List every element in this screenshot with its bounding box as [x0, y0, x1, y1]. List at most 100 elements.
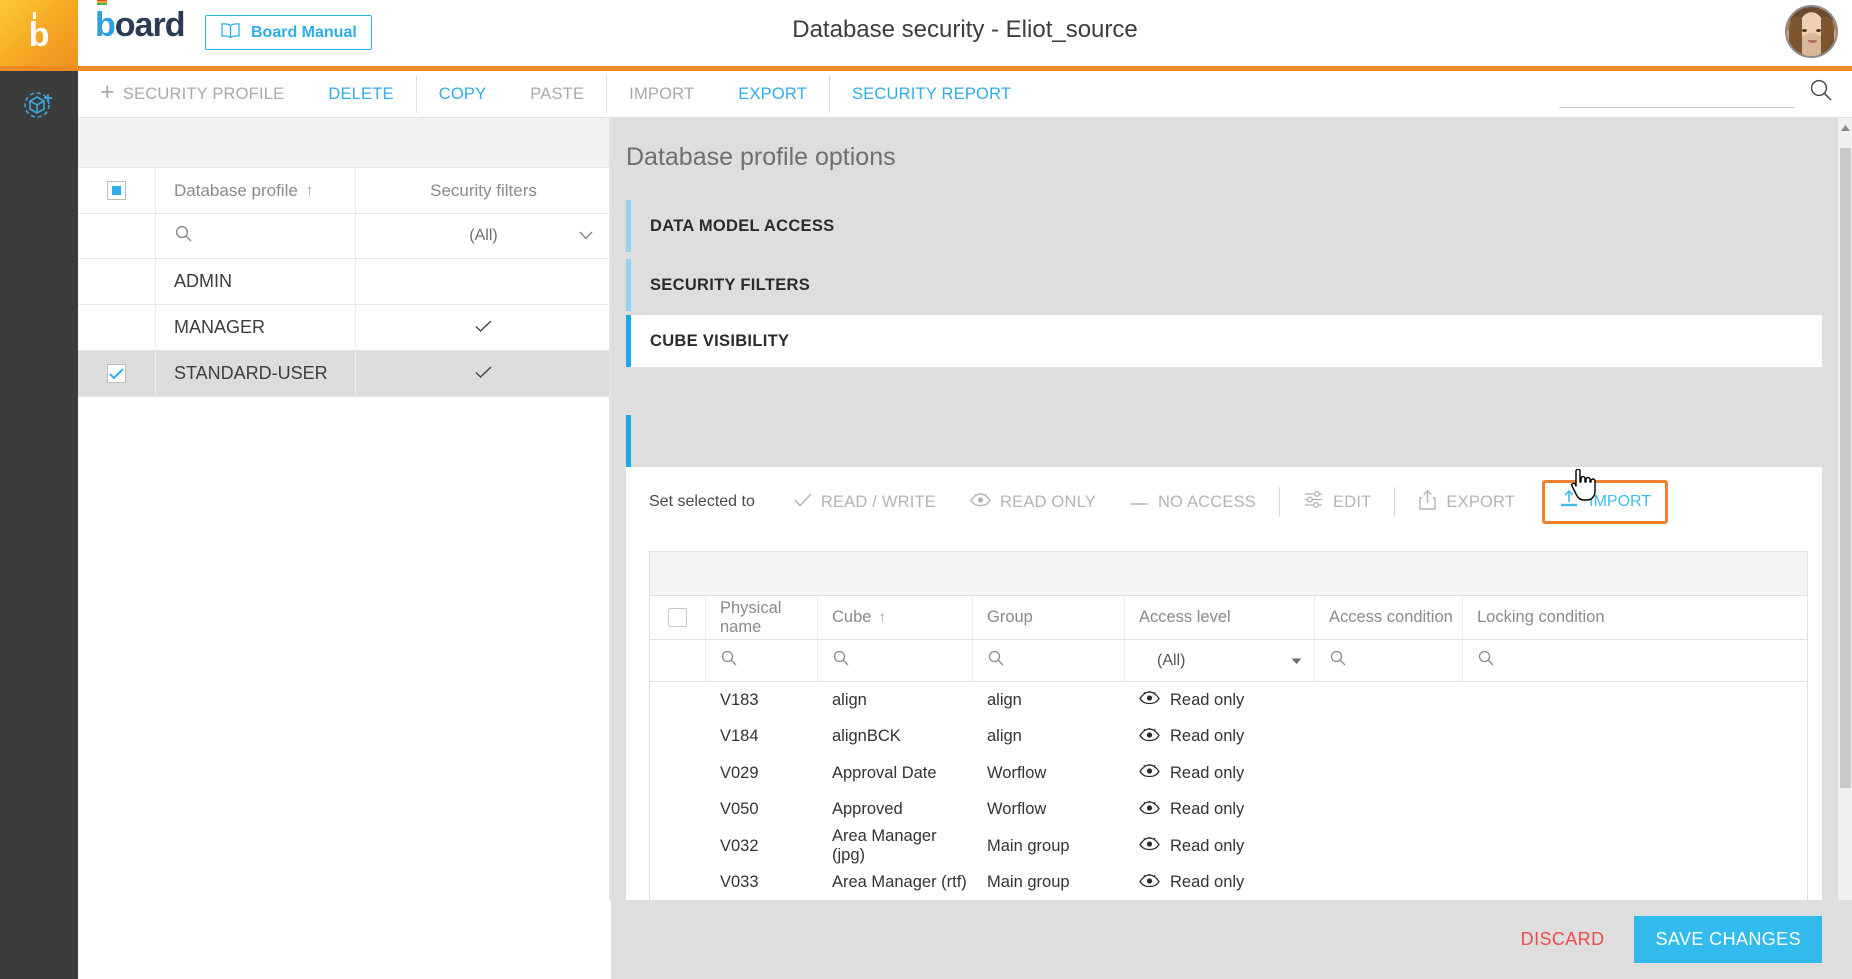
toolbar-paste[interactable]: PASTE	[508, 71, 606, 118]
board-b-logo[interactable]: b	[0, 0, 78, 70]
check-icon	[475, 317, 492, 338]
scrollbar-thumb[interactable]	[1840, 148, 1851, 788]
cell-access-condition	[1315, 719, 1463, 756]
group-filter[interactable]	[973, 640, 1125, 681]
row-select-cell	[650, 682, 706, 719]
table-row[interactable]: STANDARD-USER	[78, 351, 611, 396]
export-button[interactable]: EXPORT	[1401, 480, 1532, 524]
table-row[interactable]: ADMIN	[78, 259, 611, 304]
cell-access-level-label: Read only	[1170, 690, 1245, 709]
chevron-down-icon[interactable]	[579, 227, 593, 245]
section-security-filters-label: SECURITY FILTERS	[650, 275, 811, 294]
sidebar-item-datamodel[interactable]	[0, 70, 78, 142]
table-row[interactable]: V050 Approved Worflow Read only	[650, 792, 1807, 829]
locking-condition-filter[interactable]	[1463, 640, 1623, 681]
table-row[interactable]: V033 Area Manager (rtf) Main group Read onl…	[650, 865, 1807, 902]
security-filters-filter[interactable]: (All)	[356, 214, 611, 258]
brand-logo: board	[95, 0, 185, 42]
access-condition-filter[interactable]	[1315, 640, 1463, 681]
discard-button[interactable]: DISCARD	[1521, 929, 1605, 950]
cube-filter[interactable]	[818, 640, 973, 681]
search-icon	[720, 649, 738, 672]
scroll-up-icon[interactable]	[1838, 120, 1852, 136]
search-icon[interactable]	[1808, 77, 1834, 108]
profile-has-filter	[356, 305, 611, 350]
toolbar-import[interactable]: IMPORT	[607, 71, 716, 118]
section-cube-visibility[interactable]: CUBE VISIBILITY	[626, 315, 1822, 367]
set-read-only-label: READ ONLY	[1000, 492, 1096, 511]
cell-access-level[interactable]: Read only	[1125, 792, 1315, 829]
section-security-filters[interactable]: SECURITY FILTERS	[626, 259, 1822, 311]
eye-icon	[1139, 873, 1160, 893]
grid-filter-row: (All)	[650, 640, 1807, 682]
save-changes-button[interactable]: SAVE CHANGES	[1634, 916, 1822, 963]
access-level-filter[interactable]: (All)	[1125, 640, 1315, 681]
search-input[interactable]	[1559, 82, 1794, 108]
toolbar-security-profile[interactable]: + SECURITY PROFILE	[78, 71, 306, 118]
chevron-down-icon[interactable]	[1291, 652, 1302, 670]
column-header-access-condition[interactable]: Access condition	[1315, 596, 1463, 639]
edit-button[interactable]: EDIT	[1286, 480, 1388, 524]
eye-icon	[1139, 836, 1160, 856]
table-row[interactable]: V029 Approval Date Worflow Read only	[650, 755, 1807, 792]
table-row[interactable]: MANAGER	[78, 305, 611, 350]
cell-cube: Area Manager (rtf)	[832, 873, 967, 892]
section-data-model-access[interactable]: DATA MODEL ACCESS	[626, 200, 1822, 252]
search-icon	[1477, 649, 1495, 672]
toolbar-security-report[interactable]: SECURITY REPORT	[830, 71, 1033, 118]
profile-list-pane: Database profile ↑ Security filters (All…	[78, 118, 611, 979]
database-profile-options-pane: Database profile options DATA MODEL ACCE…	[611, 118, 1852, 979]
table-row[interactable]: V032 Area Manager (jpg) Main group Read onl…	[650, 827, 1807, 865]
set-no-access-button[interactable]: NO ACCESS	[1113, 480, 1273, 524]
column-header-access-level[interactable]: Access level	[1125, 596, 1315, 639]
cell-cube: Approved	[832, 800, 903, 819]
toolbar-delete[interactable]: DELETE	[306, 71, 415, 118]
grid-select-all-checkbox[interactable]	[668, 608, 687, 627]
row-checkbox[interactable]	[107, 364, 126, 383]
cell-group: Main group	[987, 836, 1070, 855]
set-read-only-button[interactable]: READ ONLY	[953, 480, 1113, 524]
cell-locking-condition	[1463, 755, 1623, 792]
eye-icon	[1139, 690, 1160, 710]
profile-list-toolbar-spacer	[78, 118, 611, 168]
toolbar-export[interactable]: EXPORT	[716, 71, 829, 118]
column-header-database-profile-label: Database profile	[174, 180, 298, 200]
toolbar-copy[interactable]: COPY	[417, 71, 509, 118]
select-all-checkbox[interactable]	[107, 181, 126, 200]
cell-access-level[interactable]: Read only	[1125, 682, 1315, 719]
import-button[interactable]: IMPORT	[1542, 480, 1669, 524]
cell-access-level-label: Read only	[1170, 727, 1245, 746]
avatar[interactable]	[1785, 5, 1838, 58]
cell-access-level[interactable]: Read only	[1125, 719, 1315, 756]
set-selected-toolbar: Set selected to READ / WRITE READ ONLY N…	[631, 467, 1822, 537]
column-header-database-profile[interactable]: Database profile ↑	[156, 168, 356, 213]
board-b-logo-glyph: b	[28, 12, 50, 54]
set-read-write-button[interactable]: READ / WRITE	[777, 480, 953, 524]
cell-access-level[interactable]: Read only	[1125, 865, 1315, 902]
physical-name-filter[interactable]	[706, 640, 818, 681]
book-icon	[220, 22, 241, 44]
column-header-security-filters[interactable]: Security filters	[356, 168, 611, 213]
options-vertical-scrollbar[interactable]	[1837, 118, 1852, 979]
profile-name-filter[interactable]	[156, 214, 356, 258]
column-header-locking-condition[interactable]: Locking condition	[1463, 596, 1623, 639]
cell-access-level[interactable]: Read only	[1125, 755, 1315, 792]
cell-group: Worflow	[987, 800, 1047, 819]
grid-body: V183 align align Read only V184 alignBCK align…	[650, 682, 1807, 901]
column-header-group[interactable]: Group	[973, 596, 1125, 639]
section-cube-visibility-label: CUBE VISIBILITY	[650, 331, 790, 350]
cell-cube: alignBCK	[832, 727, 901, 746]
toolbar-paste-label: PASTE	[530, 84, 585, 103]
column-header-cube[interactable]: Cube ↑	[818, 596, 973, 639]
cell-access-level[interactable]: Read only	[1125, 828, 1315, 865]
table-row[interactable]: V183 align align Read only	[650, 682, 1807, 719]
column-header-physical-name-label: Physical name	[720, 598, 782, 636]
board-manual-button[interactable]: Board Manual	[205, 15, 372, 50]
brand-wordmark: board	[95, 0, 185, 42]
table-row[interactable]: V184 alignBCK align Read only	[650, 719, 1807, 756]
toolbar-security-profile-label: SECURITY PROFILE	[122, 84, 285, 103]
toolbar-security-report-label: SECURITY REPORT	[852, 84, 1012, 103]
column-header-physical-name[interactable]: Physical name	[706, 596, 818, 639]
left-pane-footer	[78, 900, 611, 979]
row-select-cell	[650, 719, 706, 756]
